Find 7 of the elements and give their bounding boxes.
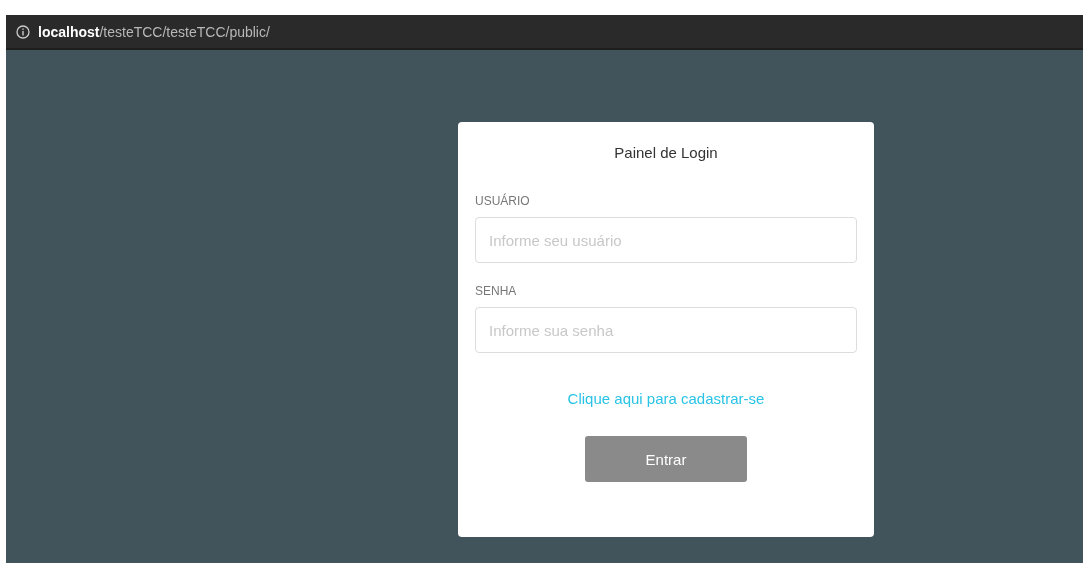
panel-title: Painel de Login — [614, 144, 718, 161]
field-label: SENHA — [475, 284, 517, 298]
field-label: USUÁRIO — [475, 194, 530, 208]
info-icon — [16, 24, 30, 39]
register-link[interactable]: Clique aqui para cadastrar-se — [567, 390, 765, 407]
address-bar[interactable]: localhost/testeTCC/testeTCC/public/ — [6, 15, 1083, 50]
url-text: localhost/testeTCC/testeTCC/public/ — [38, 23, 270, 40]
